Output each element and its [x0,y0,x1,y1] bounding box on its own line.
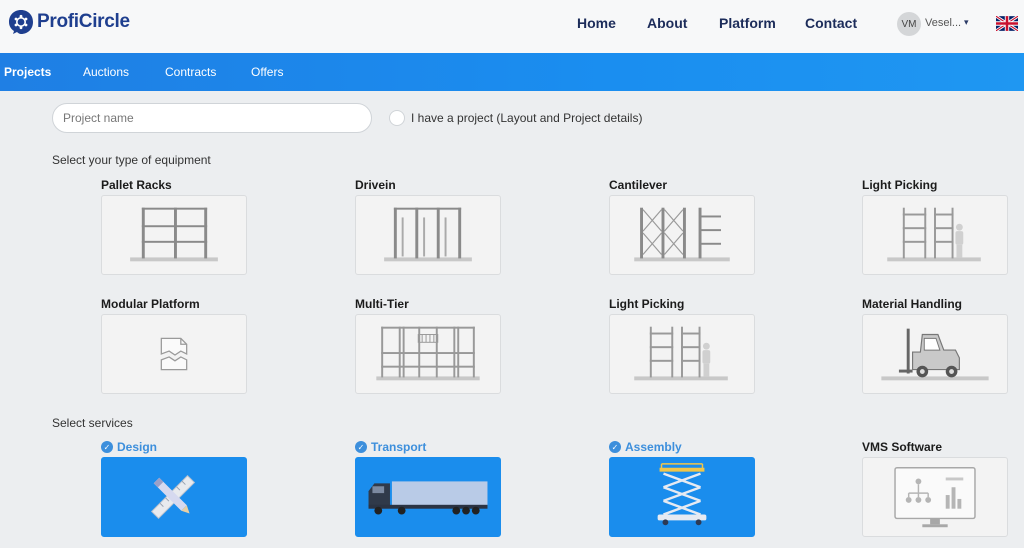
service-card-transport[interactable] [355,457,501,537]
proficircle-logo-icon [9,10,33,34]
service-title-vms-software: VMS Software [862,440,942,454]
equipment-card-modular-platform[interactable] [101,314,247,394]
pallet-racks-icon [130,207,218,262]
checkmark-icon: ✓ [101,441,113,453]
ruler-pencil-icon [150,474,196,520]
tab-projects[interactable]: Projects [4,65,51,79]
scissor-lift-icon [657,463,707,526]
service-label: VMS Software [862,440,943,454]
checkmark-icon: ✓ [355,441,367,453]
nav-contact[interactable]: Contact [805,15,857,31]
caret-down-icon[interactable]: ▾ [964,17,969,28]
have-project-radio[interactable] [389,110,405,126]
equipment-title: Pallet Racks [101,178,172,192]
monitor-dashboard-icon [894,467,976,528]
checkmark-icon: ✓ [609,441,621,453]
equipment-title: Light Picking [862,178,938,192]
service-label: Transport [371,440,427,454]
equipment-title: Material Handling [862,297,963,311]
top-header: ProfiCircle Home About Platform Contact … [0,0,1024,53]
nav-home[interactable]: Home [577,15,616,31]
drivein-icon [384,207,472,262]
equipment-card-drivein[interactable] [355,195,501,275]
tab-auctions[interactable]: Auctions [83,65,129,79]
truck-icon [368,481,488,515]
service-title-transport: ✓ Transport [355,440,426,454]
service-label: Assembly [625,440,682,454]
equipment-title: Multi-Tier [355,297,409,311]
service-title-design: ✓ Design [101,440,157,454]
equipment-card-multi-tier[interactable] [355,314,501,394]
brand-name: ProfiCircle [37,11,130,32]
equipment-title: Cantilever [609,178,668,192]
equipment-card-pallet-racks[interactable] [101,195,247,275]
equipment-title: Light Picking [609,297,685,311]
user-name[interactable]: Vesel... [925,17,961,29]
equipment-section-title: Select your type of equipment [52,153,211,167]
equipment-card-light-picking-2[interactable] [609,314,755,394]
project-name-input[interactable] [52,103,372,133]
forklift-icon [881,328,989,381]
equipment-card-material-handling[interactable] [862,314,1008,394]
services-section-title: Select services [52,416,133,430]
tab-offers[interactable]: Offers [251,65,283,79]
equipment-title: Drivein [355,178,396,192]
service-label: Design [117,440,158,454]
service-card-design[interactable] [101,457,247,537]
light-picking-icon [887,207,981,262]
service-title-assembly: ✓ Assembly [609,440,682,454]
cantilever-icon [634,207,730,262]
service-card-assembly[interactable] [609,457,755,537]
nav-about[interactable]: About [647,15,687,31]
equipment-title: Modular Platform [101,297,200,311]
equipment-card-cantilever[interactable] [609,195,755,275]
avatar[interactable]: VM [897,12,921,36]
broken-image-icon [160,337,188,371]
uk-flag-icon[interactable] [996,16,1018,31]
tab-contracts[interactable]: Contracts [165,65,216,79]
section-tab-bar: Projects Auctions Contracts Offers [0,53,1024,91]
multi-tier-icon [376,326,480,381]
service-card-vms-software[interactable] [862,457,1008,537]
brand-logo[interactable]: ProfiCircle [8,9,130,35]
light-picking-icon [634,326,728,381]
have-project-label: I have a project (Layout and Project det… [411,111,643,125]
nav-platform[interactable]: Platform [719,15,776,31]
equipment-card-light-picking[interactable] [862,195,1008,275]
